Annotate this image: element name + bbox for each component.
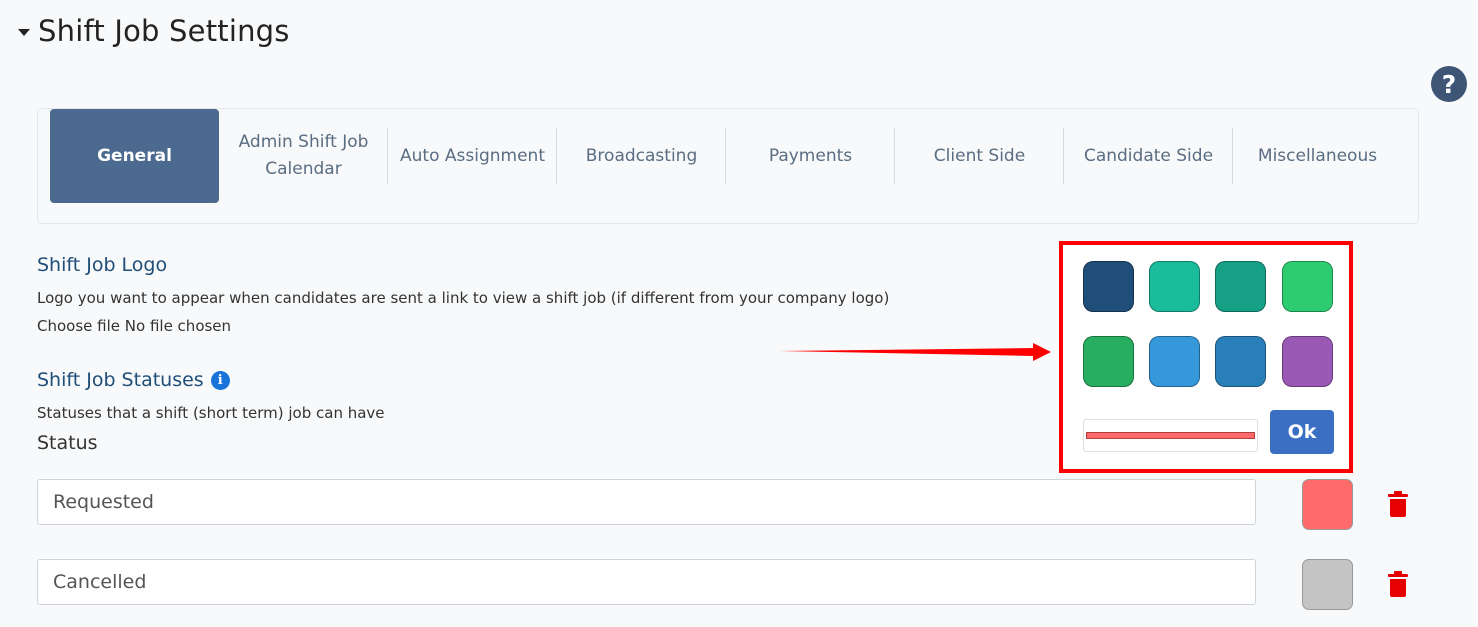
color-swatch[interactable] — [1282, 336, 1333, 387]
color-hex-input[interactable] — [1083, 419, 1258, 452]
tab-client-side[interactable]: Client Side — [895, 109, 1064, 203]
trash-icon[interactable] — [1388, 571, 1408, 597]
color-swatch[interactable] — [1149, 336, 1200, 387]
color-swatch[interactable] — [1083, 261, 1134, 312]
file-status-text: No file chosen — [124, 317, 232, 335]
status-color-swatch-cancelled[interactable] — [1302, 559, 1353, 610]
tab-label: Candidate Side — [1083, 145, 1214, 166]
tab-label: General — [97, 145, 172, 166]
ok-button[interactable]: Ok — [1270, 410, 1334, 454]
current-color-preview — [1086, 432, 1255, 439]
color-swatch[interactable] — [1215, 261, 1266, 312]
settings-tabs-container: General Admin Shift Job Calendar Auto As… — [37, 108, 1419, 224]
question-circle-icon[interactable]: ? — [1431, 66, 1467, 102]
color-swatch[interactable] — [1149, 261, 1200, 312]
color-swatch[interactable] — [1083, 336, 1134, 387]
tab-general[interactable]: General — [50, 109, 219, 203]
info-circle-icon[interactable]: i — [210, 371, 230, 390]
tab-label: Miscellaneous — [1257, 145, 1378, 166]
tab-payments[interactable]: Payments — [726, 109, 895, 203]
settings-tabs: General Admin Shift Job Calendar Auto As… — [50, 109, 1402, 203]
tab-auto-assignment[interactable]: Auto Assignment — [388, 109, 557, 203]
tab-label: Broadcasting — [585, 145, 698, 166]
status-input-requested[interactable]: Requested — [37, 479, 1256, 525]
tab-broadcasting[interactable]: Broadcasting — [557, 109, 726, 203]
tab-label: Client Side — [933, 145, 1026, 166]
tab-admin-shift-job-calendar[interactable]: Admin Shift Job Calendar — [219, 109, 388, 203]
shift-job-statuses-heading: Shift Job Statuses i — [37, 369, 230, 391]
status-column-label: Status — [37, 432, 98, 454]
tab-label: Auto Assignment — [400, 145, 545, 166]
page-title: Shift Job Settings — [38, 14, 290, 48]
trash-icon[interactable] — [1388, 491, 1408, 517]
page-header: Shift Job Settings — [18, 14, 290, 48]
file-input[interactable]: Choose file No file chosen — [37, 317, 231, 335]
shift-job-statuses-description: Statuses that a shift (short term) job c… — [37, 404, 385, 422]
color-picker-popup: Ok — [1059, 241, 1353, 473]
color-swatch[interactable] — [1282, 261, 1333, 312]
shift-job-statuses-title: Shift Job Statuses — [37, 369, 204, 391]
tab-label: Admin Shift Job Calendar — [238, 132, 369, 179]
status-color-swatch-requested[interactable] — [1302, 479, 1353, 530]
choose-file-button[interactable]: Choose file — [37, 317, 120, 335]
collapse-caret-icon[interactable] — [18, 28, 30, 36]
status-input-cancelled[interactable]: Cancelled — [37, 559, 1256, 605]
shift-job-logo-title: Shift Job Logo — [37, 254, 168, 276]
tab-label: Payments — [768, 145, 853, 166]
annotation-arrow — [780, 343, 1051, 361]
tab-candidate-side[interactable]: Candidate Side — [1064, 109, 1233, 203]
color-swatch[interactable] — [1215, 336, 1266, 387]
shift-job-logo-description: Logo you want to appear when candidates … — [37, 289, 890, 307]
tab-miscellaneous[interactable]: Miscellaneous — [1233, 109, 1402, 203]
